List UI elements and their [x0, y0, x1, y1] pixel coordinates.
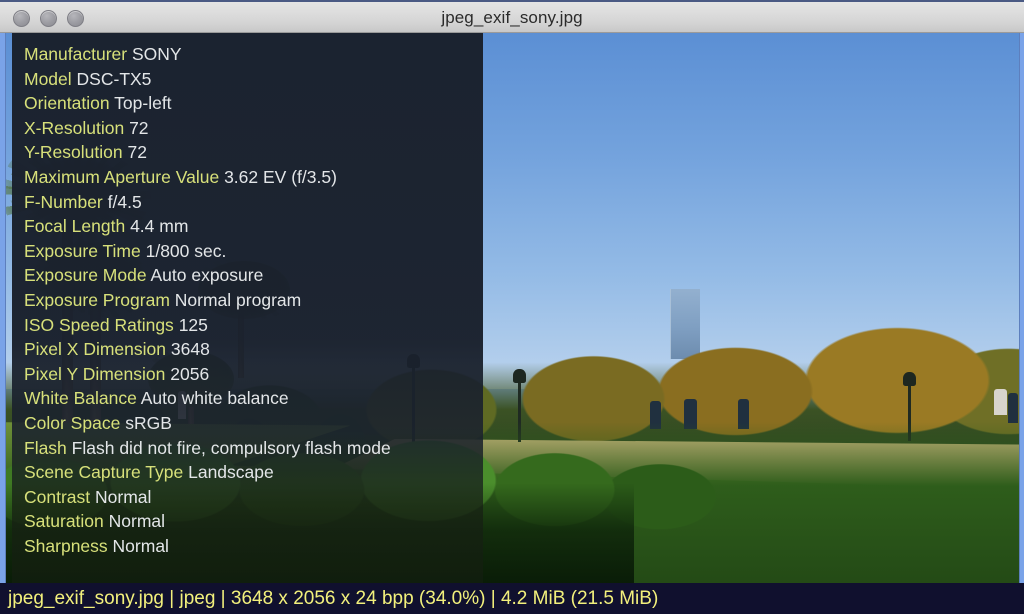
page-title: jpeg_exif_sony.jpg — [441, 8, 583, 27]
exif-value: 1/800 sec. — [145, 240, 227, 261]
exif-row: White Balance Auto white balance — [24, 386, 483, 411]
person — [994, 389, 1007, 415]
image-viewport[interactable]: Manufacturer SONY Model DSC-TX5 Orientat… — [0, 33, 1024, 614]
exif-row: X-Resolution 72 — [24, 116, 483, 141]
exif-value: 72 — [129, 117, 149, 138]
person — [1008, 393, 1018, 423]
exif-value: Top-left — [114, 93, 172, 114]
exif-value: Auto exposure — [150, 265, 264, 286]
exif-value: 3.62 EV (f/3.5) — [224, 166, 337, 187]
exif-row: Orientation Top-left — [24, 91, 483, 116]
exif-row: Y-Resolution 72 — [24, 140, 483, 165]
exif-value: f/4.5 — [107, 191, 142, 212]
title-bar[interactable]: jpeg_exif_sony.jpg — [0, 0, 1024, 33]
exif-value: sRGB — [125, 412, 172, 433]
exif-key: Pixel Y Dimension — [24, 363, 166, 384]
exif-value: Normal — [112, 535, 169, 556]
exif-key: White Balance — [24, 388, 137, 409]
exif-value: Flash did not fire, compulsory flash mod… — [71, 437, 391, 458]
exif-metadata-overlay: Manufacturer SONY Model DSC-TX5 Orientat… — [12, 33, 483, 589]
exif-row: Maximum Aperture Value 3.62 EV (f/3.5) — [24, 165, 483, 190]
exif-value: Landscape — [188, 462, 274, 483]
exif-key: Model — [24, 68, 72, 89]
exif-row: Scene Capture Type Landscape — [24, 460, 483, 485]
exif-row: Focal Length 4.4 mm — [24, 214, 483, 239]
exif-row: Sharpness Normal — [24, 534, 483, 559]
exif-value: Normal — [108, 511, 166, 532]
exif-key: Orientation — [24, 93, 110, 114]
exif-key: Flash — [24, 437, 67, 458]
exif-key: Exposure Mode — [24, 265, 147, 286]
exif-value: SONY — [131, 44, 182, 64]
exif-value: 125 — [178, 314, 208, 335]
exif-key: Exposure Time — [24, 240, 141, 261]
exif-value: 72 — [127, 142, 147, 163]
exif-key: Focal Length — [24, 216, 126, 237]
exif-row: Pixel Y Dimension 2056 — [24, 362, 483, 387]
exif-key: Pixel X Dimension — [24, 339, 166, 360]
exif-row: Exposure Mode Auto exposure — [24, 263, 483, 288]
exif-row: F-Number f/4.5 — [24, 190, 483, 215]
exif-value: 4.4 mm — [130, 216, 189, 237]
exif-key: Manufacturer — [24, 44, 128, 64]
exif-key: Exposure Program — [24, 289, 170, 310]
exif-value: 3648 — [170, 339, 210, 360]
exif-value: 2056 — [170, 363, 210, 384]
exif-key: Color Space — [24, 412, 121, 433]
exif-key: F-Number — [24, 191, 103, 212]
exif-row: ISO Speed Ratings 125 — [24, 313, 483, 338]
exif-key: Saturation — [24, 511, 104, 532]
exif-key: Contrast — [24, 486, 91, 507]
exif-row: Saturation Normal — [24, 509, 483, 534]
exif-value: DSC-TX5 — [76, 68, 152, 89]
exif-key: Sharpness — [24, 535, 108, 556]
exif-value: Normal program — [174, 289, 302, 310]
exif-row: Flash Flash did not fire, compulsory fla… — [24, 436, 483, 461]
image-viewer-window: jpeg_exif_sony.jpg Manufacturer SONY Mod… — [0, 0, 1024, 614]
exif-row: Exposure Time 1/800 sec. — [24, 239, 483, 264]
exif-key: X-Resolution — [24, 117, 125, 138]
exif-key: ISO Speed Ratings — [24, 314, 174, 335]
exif-row: Exposure Program Normal program — [24, 288, 483, 313]
exif-row: Manufacturer SONY — [24, 42, 483, 67]
exif-key: Maximum Aperture Value — [24, 166, 220, 187]
exif-key: Scene Capture Type — [24, 462, 184, 483]
exif-row: Pixel X Dimension 3648 — [24, 337, 483, 362]
exif-key: Y-Resolution — [24, 142, 123, 163]
image-frame: Manufacturer SONY Model DSC-TX5 Orientat… — [6, 33, 1019, 589]
exif-row: Contrast Normal — [24, 485, 483, 510]
exif-value: Auto white balance — [140, 388, 289, 409]
exif-value: Normal — [95, 486, 152, 507]
exif-row: Model DSC-TX5 — [24, 67, 483, 92]
exif-row: Color Space sRGB — [24, 411, 483, 436]
status-bar: jpeg_exif_sony.jpg | jpeg | 3648 x 2056 … — [0, 583, 1024, 614]
